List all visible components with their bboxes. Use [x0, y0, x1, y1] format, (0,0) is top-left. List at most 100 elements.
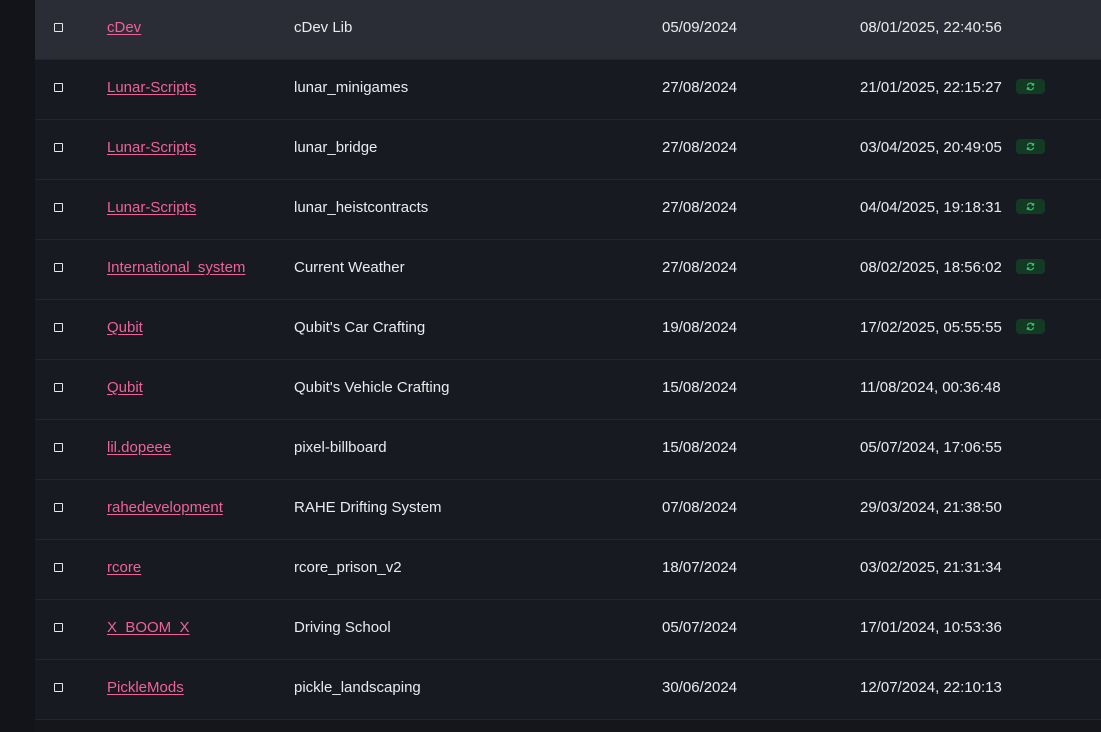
author-link[interactable]: Qubit	[107, 379, 143, 396]
table-row[interactable]: International_system Current Weather 27/…	[35, 240, 1101, 300]
table-row[interactable]: Lunar-Scripts lunar_heistcontracts 27/08…	[35, 180, 1101, 240]
update-status-badge[interactable]	[1015, 199, 1045, 215]
updated-timestamp: 03/02/2025, 21:31:34	[860, 559, 1002, 576]
updated-timestamp: 29/03/2024, 21:38:50	[860, 499, 1002, 516]
author-link[interactable]: rahedevelopment	[107, 499, 223, 516]
resource-name: pixel-billboard	[294, 439, 387, 456]
created-date: 05/09/2024	[662, 19, 738, 36]
updated-cell: 03/04/2025, 20:49:05	[860, 120, 1045, 179]
resource-name: Current Weather	[294, 259, 405, 276]
created-date: 19/08/2024	[662, 319, 738, 336]
resource-name: lunar_minigames	[294, 79, 409, 96]
updated-cell: 29/03/2024, 21:38:50	[860, 480, 1002, 539]
table-row[interactable]: lil.dopeee pixel-billboard 15/08/2024 05…	[35, 420, 1101, 480]
table-row[interactable]: rahedevelopment RAHE Drifting System 07/…	[35, 480, 1101, 540]
updated-cell: 17/02/2025, 05:55:55	[860, 300, 1045, 359]
resource-name: cDev Lib	[294, 19, 353, 36]
author-link[interactable]: cDev	[107, 19, 141, 36]
author-link[interactable]: Lunar-Scripts	[107, 79, 196, 96]
refresh-icon	[1026, 202, 1035, 211]
table-row[interactable]: Qubit Qubit's Car Crafting 19/08/2024 17…	[35, 300, 1101, 360]
update-status-badge[interactable]	[1015, 259, 1045, 275]
resource-name: rcore_prison_v2	[294, 559, 402, 576]
created-date: 18/07/2024	[662, 559, 738, 576]
row-checkbox[interactable]	[54, 143, 63, 152]
author-cell: Lunar-Scripts	[107, 180, 196, 239]
author-cell: rahedevelopment	[107, 480, 223, 539]
row-checkbox[interactable]	[54, 83, 63, 92]
table-row[interactable]: Lunar-Scripts lunar_minigames 27/08/2024…	[35, 60, 1101, 120]
table-row[interactable]: Qubit Qubit's Vehicle Crafting 15/08/202…	[35, 360, 1101, 420]
resource-name: lunar_heistcontracts	[294, 199, 429, 216]
row-checkbox[interactable]	[54, 263, 63, 272]
updated-timestamp: 08/01/2025, 22:40:56	[860, 19, 1002, 36]
updated-cell: 12/07/2024, 22:10:13	[860, 660, 1002, 719]
updated-timestamp: 11/08/2024, 00:36:48	[860, 379, 1001, 396]
author-link[interactable]: X_BOOM_X	[107, 619, 190, 636]
resource-name: RAHE Drifting System	[294, 499, 442, 516]
created-date: 30/06/2024	[662, 679, 738, 696]
author-link[interactable]: Lunar-Scripts	[107, 199, 196, 216]
table-row[interactable]: rcore rcore_prison_v2 18/07/2024 03/02/2…	[35, 540, 1101, 600]
table-row[interactable]: PickleMods pickle_landscaping 30/06/2024…	[35, 660, 1101, 720]
author-link[interactable]: International_system	[107, 259, 245, 276]
row-checkbox[interactable]	[54, 23, 63, 32]
update-status-badge[interactable]	[1015, 139, 1045, 155]
update-status-badge[interactable]	[1015, 79, 1045, 95]
author-link[interactable]: lil.dopeee	[107, 439, 171, 456]
created-date: 27/08/2024	[662, 79, 738, 96]
author-cell: X_BOOM_X	[107, 600, 190, 659]
updated-timestamp: 05/07/2024, 17:06:55	[860, 439, 1002, 456]
row-checkbox[interactable]	[54, 323, 63, 332]
resource-table: cDev cDev Lib 05/09/2024 08/01/2025, 22:…	[35, 0, 1101, 720]
table-row[interactable]: Lunar-Scripts lunar_bridge 27/08/2024 03…	[35, 120, 1101, 180]
created-date: 27/08/2024	[662, 259, 738, 276]
updated-cell: 08/01/2025, 22:40:56	[860, 0, 1002, 59]
author-link[interactable]: Lunar-Scripts	[107, 139, 196, 156]
table-row[interactable]: cDev cDev Lib 05/09/2024 08/01/2025, 22:…	[35, 0, 1101, 60]
created-date: 15/08/2024	[662, 379, 738, 396]
author-cell: Qubit	[107, 300, 143, 359]
updated-timestamp: 03/04/2025, 20:49:05	[860, 139, 1002, 156]
author-cell: Lunar-Scripts	[107, 60, 196, 119]
created-date: 27/08/2024	[662, 139, 738, 156]
update-status-badge[interactable]	[1015, 319, 1045, 335]
resource-name: Driving School	[294, 619, 391, 636]
row-checkbox[interactable]	[54, 503, 63, 512]
created-date: 27/08/2024	[662, 199, 738, 216]
resource-name: pickle_landscaping	[294, 679, 421, 696]
updated-cell: 11/08/2024, 00:36:48	[860, 360, 1001, 419]
updated-timestamp: 08/02/2025, 18:56:02	[860, 259, 1002, 276]
author-cell: lil.dopeee	[107, 420, 171, 479]
resource-name: Qubit's Car Crafting	[294, 319, 426, 336]
row-checkbox[interactable]	[54, 443, 63, 452]
updated-timestamp: 17/01/2024, 10:53:36	[860, 619, 1002, 636]
author-link[interactable]: PickleMods	[107, 679, 184, 696]
updated-cell: 03/02/2025, 21:31:34	[860, 540, 1002, 599]
row-checkbox[interactable]	[54, 383, 63, 392]
row-checkbox[interactable]	[54, 563, 63, 572]
updated-cell: 08/02/2025, 18:56:02	[860, 240, 1045, 299]
updated-timestamp: 12/07/2024, 22:10:13	[860, 679, 1002, 696]
updated-timestamp: 17/02/2025, 05:55:55	[860, 319, 1002, 336]
left-gutter	[0, 0, 35, 732]
resource-name: Qubit's Vehicle Crafting	[294, 379, 450, 396]
row-checkbox[interactable]	[54, 623, 63, 632]
created-date: 15/08/2024	[662, 439, 738, 456]
author-cell: Lunar-Scripts	[107, 120, 196, 179]
row-checkbox[interactable]	[54, 683, 63, 692]
author-cell: cDev	[107, 0, 141, 59]
updated-cell: 05/07/2024, 17:06:55	[860, 420, 1002, 479]
author-cell: rcore	[107, 540, 141, 599]
row-checkbox[interactable]	[54, 203, 63, 212]
author-cell: Qubit	[107, 360, 143, 419]
updated-timestamp: 21/01/2025, 22:15:27	[860, 79, 1002, 96]
resource-name: lunar_bridge	[294, 139, 378, 156]
table-row[interactable]: X_BOOM_X Driving School 05/07/2024 17/01…	[35, 600, 1101, 660]
author-link[interactable]: rcore	[107, 559, 141, 576]
author-cell: PickleMods	[107, 660, 184, 719]
author-link[interactable]: Qubit	[107, 319, 143, 336]
updated-timestamp: 04/04/2025, 19:18:31	[860, 199, 1002, 216]
updated-cell: 04/04/2025, 19:18:31	[860, 180, 1045, 239]
refresh-icon	[1026, 262, 1035, 271]
